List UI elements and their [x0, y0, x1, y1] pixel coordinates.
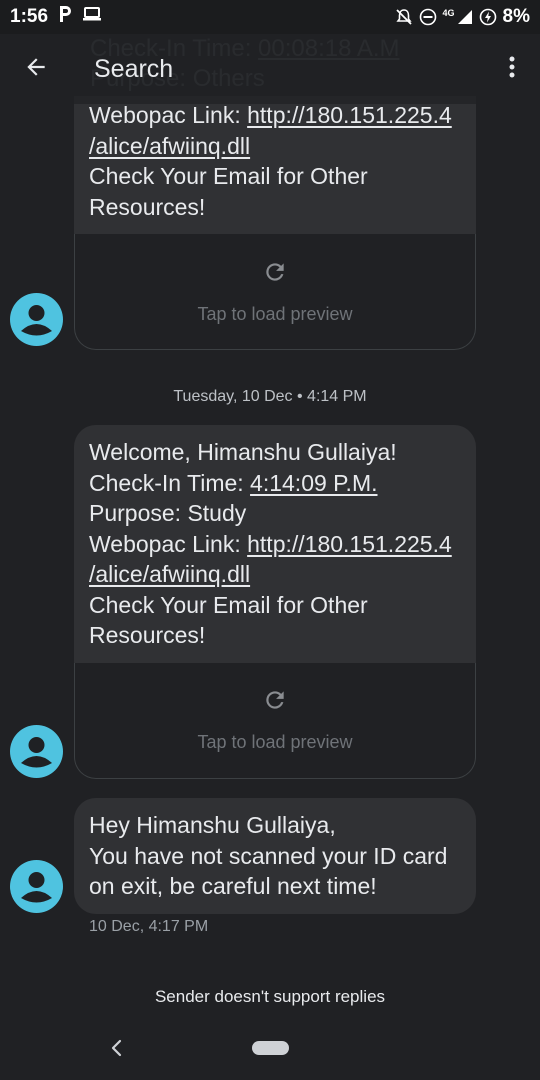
- message-line: Resources!: [89, 622, 206, 648]
- tap-to-load-label: Tap to load preview: [197, 303, 353, 324]
- conversation[interactable]: Webopac Link: http://180.151.225.4 /alic…: [0, 0, 540, 1080]
- back-button[interactable]: [0, 34, 72, 104]
- link-preview[interactable]: Tap to load preview: [74, 662, 476, 779]
- battery-level: 8%: [502, 6, 530, 27]
- parking-icon: [58, 5, 72, 29]
- message-line: Check Your Email for Other: [89, 591, 368, 618]
- sender-avatar[interactable]: [10, 725, 63, 778]
- message-bubble-2[interactable]: Welcome, Himanshu Gullaiya! Check-In Tim…: [74, 425, 476, 779]
- message-timestamp: 10 Dec, 4:17 PM: [89, 918, 209, 935]
- nav-home-pill[interactable]: [252, 1041, 289, 1055]
- battery-saver-icon: [479, 8, 497, 26]
- message-text: Welcome, Himanshu Gullaiya! Check-In Tim…: [74, 425, 476, 663]
- status-bar: 1:56 4G 8%: [0, 0, 540, 34]
- messages-screen: Webopac Link: http://180.151.225.4 /alic…: [0, 0, 540, 1080]
- nav-back-button[interactable]: [106, 1036, 128, 1060]
- message-bubble-3[interactable]: Hey Himanshu Gullaiya, You have not scan…: [74, 798, 476, 914]
- message-line: Check-In Time: 4:14:09 P.M.: [89, 469, 378, 496]
- clock: 1:56: [10, 6, 49, 27]
- webopac-link[interactable]: http://180.151.225.4: [247, 531, 452, 557]
- webopac-link-continued[interactable]: /alice/afwiinq.dll: [89, 131, 460, 162]
- network-type: 4G: [442, 8, 455, 18]
- more-options-button[interactable]: [484, 34, 540, 104]
- message-text: Webopac Link: http://180.151.225.4 /alic…: [74, 96, 476, 234]
- checkin-time-link[interactable]: 4:14:09 P.M.: [250, 470, 377, 496]
- no-reply-notice: Sender doesn't support replies: [154, 987, 386, 1006]
- search-toolbar: Search: [0, 34, 540, 104]
- message-line: Hey Himanshu Gullaiya,: [89, 812, 336, 838]
- tap-to-load-label: Tap to load preview: [197, 732, 353, 752]
- message-text: Hey Himanshu Gullaiya, You have not scan…: [74, 798, 476, 914]
- link-preview[interactable]: Tap to load preview: [74, 234, 476, 350]
- message-line: Webopac Link: http://180.151.225.4: [89, 102, 452, 128]
- sender-avatar[interactable]: [10, 860, 63, 913]
- refresh-icon: [262, 259, 288, 290]
- more-vert-icon: [508, 55, 516, 84]
- signal-icon: [457, 9, 473, 25]
- message-line: Webopac Link: http://180.151.225.4: [89, 530, 452, 557]
- message-line: Resources!: [89, 193, 206, 220]
- search-field[interactable]: Search: [94, 55, 173, 84]
- message-bubble-1[interactable]: Webopac Link: http://180.151.225.4 /alic…: [74, 96, 476, 350]
- message-line: Purpose: Study: [89, 500, 247, 526]
- message-line: Check Your Email for Other: [89, 163, 368, 189]
- laptop-icon: [82, 6, 102, 28]
- message-line: You have not scanned your ID card: [89, 842, 448, 869]
- message-line: Welcome, Himanshu Gullaiya!: [89, 439, 397, 465]
- muted-bell-icon: [395, 8, 413, 26]
- message-line: on exit, be careful next time!: [89, 873, 377, 899]
- dnd-icon: [419, 8, 437, 26]
- webopac-link[interactable]: http://180.151.225.4: [247, 102, 452, 128]
- date-separator: Tuesday, 10 Dec • 4:14 PM: [173, 388, 367, 405]
- arrow-left-icon: [23, 54, 49, 85]
- refresh-icon: [262, 687, 288, 718]
- webopac-link-continued[interactable]: /alice/afwiinq.dll: [89, 559, 460, 590]
- sender-avatar[interactable]: [10, 293, 63, 346]
